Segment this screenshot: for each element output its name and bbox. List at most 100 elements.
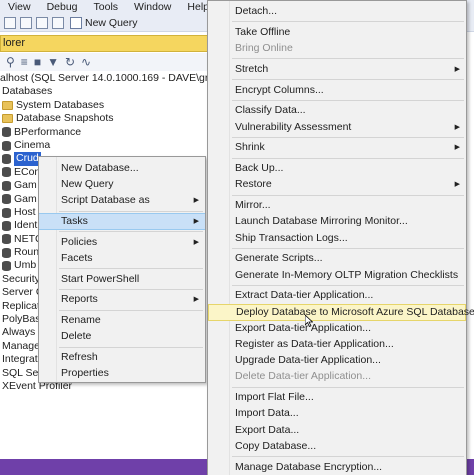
toolbar-icon[interactable] <box>36 16 48 29</box>
tree-node-label: Security <box>2 272 40 285</box>
menu-separator <box>59 288 203 290</box>
toolbar-icon[interactable] <box>52 16 64 29</box>
tree-node-label: Umb <box>14 259 37 272</box>
menu-item-bring-online: Bring Online <box>208 40 466 57</box>
menu-separator <box>232 456 464 457</box>
menu-item-label: Export Data... <box>235 423 300 436</box>
menu-item-stretch[interactable]: Stretch ▶ <box>208 61 466 78</box>
menu-item-label: Reports <box>61 293 98 306</box>
connect-icon[interactable]: ⚲ <box>6 56 15 68</box>
menu-separator <box>232 58 464 60</box>
menu-item-policies[interactable]: Policies ▶ <box>39 234 205 251</box>
menu-item-manage-database-encryption[interactable]: Manage Database Encryption... <box>208 459 466 475</box>
menu-item-detach[interactable]: Detach... <box>208 3 466 20</box>
stop-icon[interactable]: ■ <box>34 56 41 68</box>
object-explorer-toolbar: ⚲ ≡ ■ ▼ ↻ ∿ <box>0 53 215 71</box>
menu-item-label: Tasks <box>61 215 88 228</box>
tree-node-database-snapshots[interactable]: Database Snapshots <box>0 112 215 125</box>
submenu-arrow-icon: ▶ <box>193 238 199 246</box>
menu-item-encrypt-columns[interactable]: Encrypt Columns... <box>208 82 466 99</box>
menu-item-restore[interactable]: Restore ▶ <box>208 176 466 193</box>
menu-item-reports[interactable]: Reports ▶ <box>39 291 205 308</box>
tree-node-label: Cinema <box>14 138 51 151</box>
tree-node-label: Gam <box>14 192 37 205</box>
menu-item-mirror[interactable]: Mirror... <box>208 197 466 214</box>
database-icon <box>2 194 11 205</box>
new-query-icon <box>70 16 82 29</box>
menu-item-vulnerability-assessment[interactable]: Vulnerability Assessment ▶ <box>208 119 466 136</box>
menu-item-copy-database[interactable]: Copy Database... <box>208 438 466 455</box>
menu-item-deploy-database-to-microsoft-azure-sql-database[interactable]: Deploy Database to Microsoft Azure SQL D… <box>208 303 474 321</box>
menu-debug[interactable]: Debug <box>39 1 86 13</box>
menu-item-generate-in-memory-oltp-migration-checklists[interactable]: Generate In-Memory OLTP Migration Checkl… <box>208 267 466 284</box>
mouse-cursor-icon <box>305 315 313 327</box>
menu-item-ship-transaction-logs[interactable]: Ship Transaction Logs... <box>208 230 466 247</box>
menu-item-export-data[interactable]: Export Data... <box>208 422 466 439</box>
tree-node-databases[interactable]: Databases <box>0 85 215 98</box>
menu-item-delete-data-tier-application: Delete Data-tier Application... <box>208 368 466 385</box>
menu-separator <box>59 231 203 233</box>
menu-separator <box>59 210 203 212</box>
toolbar-icon[interactable] <box>20 16 32 29</box>
database-icon <box>2 140 11 151</box>
menu-item-shrink[interactable]: Shrink ▶ <box>208 139 466 156</box>
toolbar-icon[interactable] <box>4 16 16 29</box>
menu-window[interactable]: Window <box>126 1 179 13</box>
menu-item-register-as-data-tier-application[interactable]: Register as Data-tier Application... <box>208 336 466 353</box>
menu-item-script-database-as[interactable]: Script Database as ▶ <box>39 192 205 209</box>
tree-node-bperformance[interactable]: BPerformance <box>0 126 215 139</box>
menu-item-import-data[interactable]: Import Data... <box>208 405 466 422</box>
menu-item-label: Start PowerShell <box>61 272 140 285</box>
menu-item-label: Export Data-tier Application... <box>235 321 371 334</box>
tree-node-system-databases[interactable]: System Databases <box>0 99 215 112</box>
menu-item-refresh[interactable]: Refresh <box>39 349 205 366</box>
menu-view[interactable]: View <box>0 1 39 13</box>
menu-separator <box>59 268 203 270</box>
menu-item-new-database[interactable]: New Database... <box>39 160 205 177</box>
menu-item-import-flat-file[interactable]: Import Flat File... <box>208 389 466 406</box>
folder-icon <box>2 114 13 124</box>
menu-item-start-powershell[interactable]: Start PowerShell <box>39 271 205 288</box>
disconnect-icon[interactable]: ≡ <box>21 56 28 68</box>
tree-node-cinema[interactable]: Cinema <box>0 139 215 152</box>
menu-item-take-offline[interactable]: Take Offline <box>208 24 466 41</box>
menu-item-label: Refresh <box>61 351 98 363</box>
filter-icon[interactable]: ▼ <box>47 56 59 68</box>
menu-item-label: Shrink <box>235 141 265 154</box>
menu-item-launch-database-mirroring-monitor[interactable]: Launch Database Mirroring Monitor... <box>208 213 466 230</box>
menu-item-export-data-tier-application[interactable]: Export Data-tier Application... <box>208 320 466 337</box>
menu-item-facets[interactable]: Facets <box>39 250 205 267</box>
menu-item-label: Import Data... <box>235 407 299 420</box>
menu-item-properties[interactable]: Properties <box>39 365 205 382</box>
object-explorer-title: lorer <box>0 35 215 52</box>
submenu-arrow-icon: ▶ <box>454 65 460 73</box>
tree-node-label: Gam <box>14 179 37 192</box>
database-icon <box>2 167 11 178</box>
menu-item-classify-data[interactable]: Classify Data... <box>208 102 466 119</box>
tree-node-label: Ident <box>14 219 38 232</box>
new-query-button[interactable]: New Query <box>70 16 138 29</box>
menu-item-tasks[interactable]: Tasks ▶ <box>39 213 205 231</box>
menu-item-generate-scripts[interactable]: Generate Scripts... <box>208 250 466 267</box>
menu-item-label: Encrypt Columns... <box>235 83 324 96</box>
menu-tools[interactable]: Tools <box>86 1 127 13</box>
menu-item-label: Ship Transaction Logs... <box>235 231 348 244</box>
menu-item-label: New Query <box>61 178 114 191</box>
tree-node-server[interactable]: alhost (SQL Server 14.0.1000.169 - DAVE\… <box>0 72 215 85</box>
submenu-arrow-icon: ▶ <box>193 218 199 226</box>
refresh-icon[interactable]: ↻ <box>65 56 75 68</box>
menu-item-label: Stretch <box>235 62 269 75</box>
menu-item-extract-data-tier-application[interactable]: Extract Data-tier Application... <box>208 287 466 304</box>
menu-item-label: Back Up... <box>235 162 284 175</box>
menu-item-new-query[interactable]: New Query <box>39 176 205 193</box>
menu-item-upgrade-data-tier-application[interactable]: Upgrade Data-tier Application... <box>208 352 466 369</box>
database-context-menu: New Database... New Query Script Database … <box>38 156 206 383</box>
menu-item-rename[interactable]: Rename <box>39 312 205 329</box>
tree-node-label: Database Snapshots <box>16 112 114 125</box>
activity-monitor-icon[interactable]: ∿ <box>81 56 91 68</box>
menu-item-back-up[interactable]: Back Up... <box>208 160 466 177</box>
menu-item-delete[interactable]: Delete <box>39 328 205 345</box>
tree-node-label: Replicati <box>2 299 43 312</box>
tree-node-label: BPerformance <box>14 125 82 138</box>
menu-separator <box>232 247 464 249</box>
